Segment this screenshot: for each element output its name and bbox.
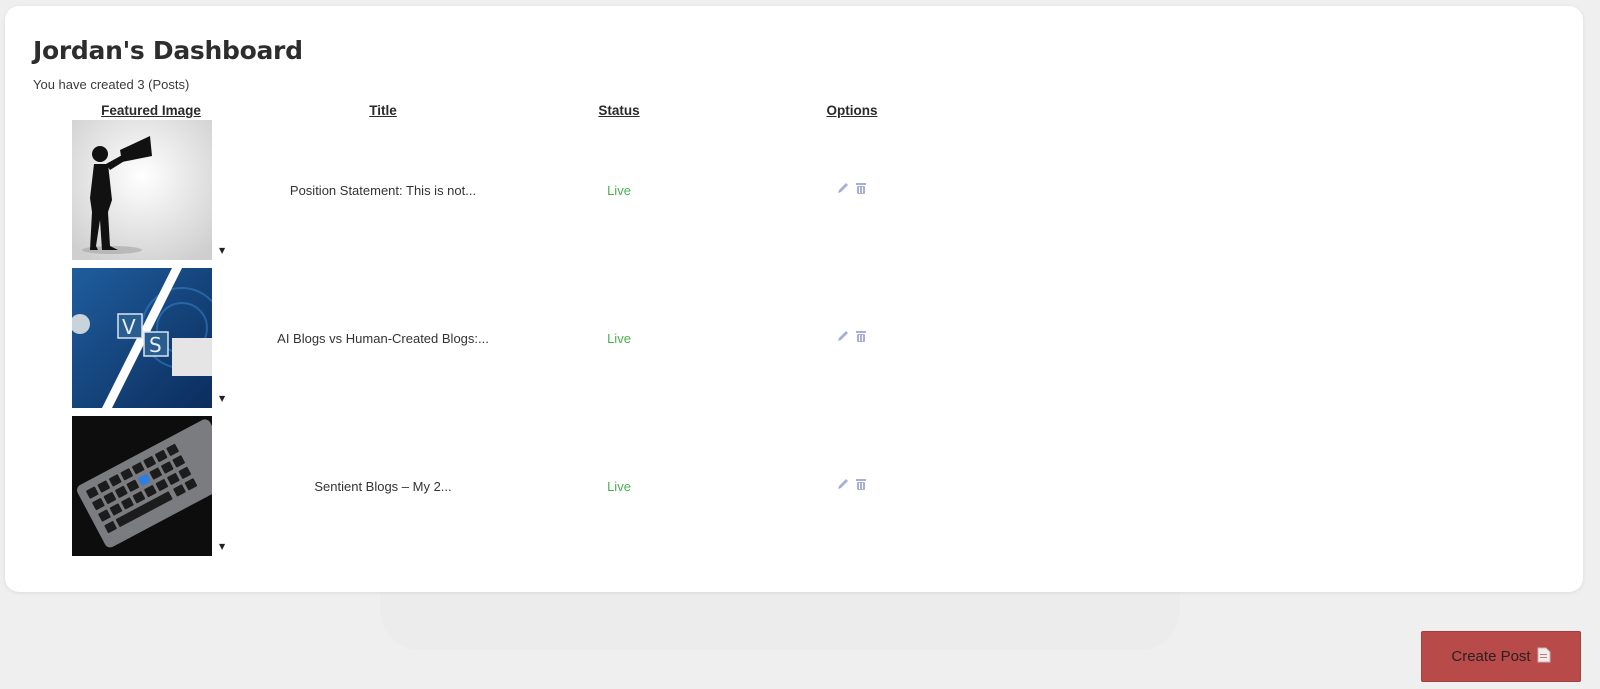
post-title[interactable]: Sentient Blogs – My 2... [314, 479, 451, 494]
edit-pencil-icon[interactable] [836, 180, 850, 194]
edit-pencil-icon[interactable] [836, 328, 850, 342]
create-post-button[interactable]: Create Post [1421, 631, 1581, 682]
image-dropdown-icon[interactable]: ▼ [219, 542, 225, 551]
status-badge: Live [607, 331, 631, 346]
document-icon [1537, 647, 1551, 667]
image-dropdown-icon[interactable]: ▼ [219, 394, 225, 403]
table-row: V S ▼ AI Blogs vs Human-Created Blogs:..… [5, 268, 1583, 408]
delete-trash-icon[interactable] [854, 476, 868, 490]
status-badge: Live [607, 479, 631, 494]
table-row: ▼ Position Statement: This is not... Liv… [5, 120, 1583, 260]
image-dropdown-icon[interactable]: ▼ [219, 246, 225, 255]
status-badge: Live [607, 183, 631, 198]
featured-image-thumbnail[interactable] [72, 120, 212, 260]
column-header-status: Status [598, 103, 640, 118]
create-post-label: Create Post [1451, 648, 1531, 665]
post-title[interactable]: Position Statement: This is not... [290, 183, 476, 198]
row-options [836, 180, 868, 194]
featured-image-thumbnail[interactable]: V S [72, 268, 212, 408]
svg-text:S: S [149, 333, 162, 357]
page-title: Jordan's Dashboard [33, 36, 303, 65]
column-header-options: Options [826, 103, 878, 118]
column-header-title: Title [369, 103, 397, 118]
column-header-featured-image: Featured Image [101, 103, 201, 118]
post-title[interactable]: AI Blogs vs Human-Created Blogs:... [277, 331, 489, 346]
row-options [836, 476, 868, 490]
svg-text:V: V [122, 315, 136, 339]
delete-trash-icon[interactable] [854, 180, 868, 194]
featured-image-thumbnail[interactable] [72, 416, 212, 556]
delete-trash-icon[interactable] [854, 328, 868, 342]
row-options [836, 328, 868, 342]
table-row: ▼ Sentient Blogs – My 2... Live [5, 416, 1583, 556]
dashboard-card: Jordan's Dashboard You have created 3 (P… [5, 6, 1583, 592]
edit-pencil-icon[interactable] [836, 476, 850, 490]
posts-count-text: You have created 3 (Posts) [33, 77, 190, 92]
